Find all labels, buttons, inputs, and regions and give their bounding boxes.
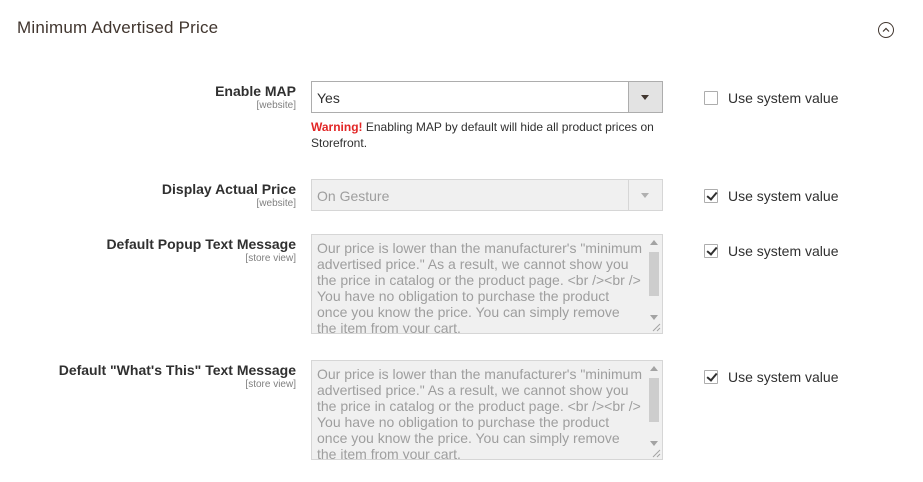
default-popup-text-value: Our price is lower than the manufacturer…: [317, 240, 643, 334]
section-title[interactable]: Minimum Advertised Price: [17, 18, 218, 38]
chevron-down-icon: [641, 193, 649, 198]
display-actual-price-label: Display Actual Price: [161, 181, 296, 197]
warning-prefix: Warning!: [311, 120, 363, 134]
scroll-up-icon[interactable]: [650, 366, 658, 371]
default-popup-text-scope: [store view]: [245, 253, 296, 264]
use-system-value-checkbox[interactable]: [704, 370, 718, 384]
enable-map-label: Enable MAP: [215, 83, 296, 99]
textarea-scrollbar[interactable]: [647, 362, 661, 458]
use-system-value-label[interactable]: Use system value: [728, 188, 838, 204]
default-whats-this-scope: [store view]: [245, 379, 296, 390]
scroll-down-icon[interactable]: [650, 315, 658, 320]
resize-handle-icon[interactable]: [651, 448, 661, 458]
collapse-section-button[interactable]: [878, 22, 894, 38]
warning-text: Enabling MAP by default will hide all pr…: [311, 120, 654, 150]
default-whats-this-textarea[interactable]: Our price is lower than the manufacturer…: [311, 360, 663, 460]
scroll-down-icon[interactable]: [650, 441, 658, 446]
scrollbar-thumb[interactable]: [649, 252, 659, 296]
enable-map-warning-note: Warning! Enabling MAP by default will hi…: [311, 119, 661, 151]
select-arrow-box: [628, 180, 662, 210]
default-popup-text-label: Default Popup Text Message: [106, 236, 296, 252]
resize-handle-icon[interactable]: [651, 322, 661, 332]
default-whats-this-value: Our price is lower than the manufacturer…: [317, 366, 643, 460]
use-system-value-label[interactable]: Use system value: [728, 90, 838, 106]
default-popup-text-textarea[interactable]: Our price is lower than the manufacturer…: [311, 234, 663, 334]
display-actual-price-scope: [website]: [256, 198, 296, 209]
default-whats-this-label: Default "What's This" Text Message: [58, 362, 296, 378]
enable-map-select[interactable]: Yes: [311, 81, 663, 113]
chevron-up-icon: [882, 27, 890, 32]
use-system-value-checkbox[interactable]: [704, 244, 718, 258]
display-actual-price-value: On Gesture: [317, 188, 390, 204]
scroll-up-icon[interactable]: [650, 240, 658, 245]
use-system-value-checkbox[interactable]: [704, 189, 718, 203]
use-system-value-checkbox[interactable]: [704, 91, 718, 105]
display-actual-price-select[interactable]: On Gesture: [311, 179, 663, 211]
scrollbar-thumb[interactable]: [649, 378, 659, 422]
use-system-value-label[interactable]: Use system value: [728, 243, 838, 259]
select-arrow-box: [628, 82, 662, 112]
use-system-value-label[interactable]: Use system value: [728, 369, 838, 385]
chevron-down-icon: [641, 95, 649, 100]
textarea-scrollbar[interactable]: [647, 236, 661, 332]
enable-map-value: Yes: [317, 90, 340, 106]
enable-map-scope: [website]: [256, 100, 296, 111]
